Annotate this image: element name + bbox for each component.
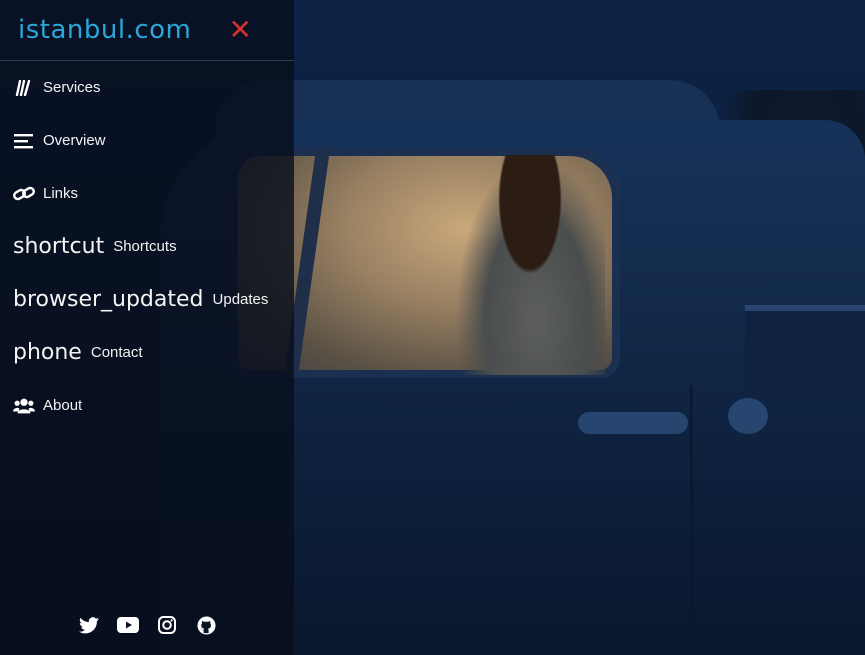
nav-item-label: Links <box>43 185 79 202</box>
truck-bed <box>745 305 865 391</box>
users-icon <box>13 395 35 417</box>
nav-item-updates[interactable]: browser_updated Updates <box>0 273 294 326</box>
nav-item-label: About <box>43 397 83 414</box>
door-handle <box>578 412 688 434</box>
github-icon[interactable] <box>195 614 217 636</box>
link-icon <box>13 183 35 205</box>
phone-icon: phone <box>13 340 82 365</box>
person-in-truck <box>455 155 605 375</box>
nav-item-label: Contact <box>90 344 143 361</box>
twitter-icon[interactable] <box>78 614 100 636</box>
nav-item-shortcuts[interactable]: shortcut Shortcuts <box>0 220 294 273</box>
door-knob <box>728 398 768 434</box>
sidebar: istanbul.com ✕ Services Overview Links s… <box>0 0 294 655</box>
brand-logo[interactable]: istanbul.com <box>18 15 191 45</box>
nav-item-label: Overview <box>43 132 106 149</box>
nav-item-label: Services <box>43 79 101 96</box>
nav-item-label: Shortcuts <box>113 238 177 255</box>
browser-updated-icon: browser_updated <box>13 287 204 312</box>
books-icon <box>13 77 35 99</box>
sidebar-header: istanbul.com ✕ <box>0 0 294 61</box>
door-seam <box>690 385 693 655</box>
nav-item-services[interactable]: Services <box>0 61 294 114</box>
nav-item-about[interactable]: About <box>0 379 294 432</box>
bars-icon <box>13 130 35 152</box>
instagram-icon[interactable] <box>156 614 178 636</box>
nav-item-links[interactable]: Links <box>0 167 294 220</box>
shortcut-icon: shortcut <box>13 234 105 259</box>
nav-item-overview[interactable]: Overview <box>0 114 294 167</box>
nav-list: Services Overview Links shortcut Shortcu… <box>0 61 294 432</box>
social-links <box>78 614 217 636</box>
nav-item-label: Updates <box>212 291 269 308</box>
youtube-icon[interactable] <box>117 614 139 636</box>
close-icon[interactable]: ✕ <box>229 16 252 44</box>
nav-item-contact[interactable]: phone Contact <box>0 326 294 379</box>
